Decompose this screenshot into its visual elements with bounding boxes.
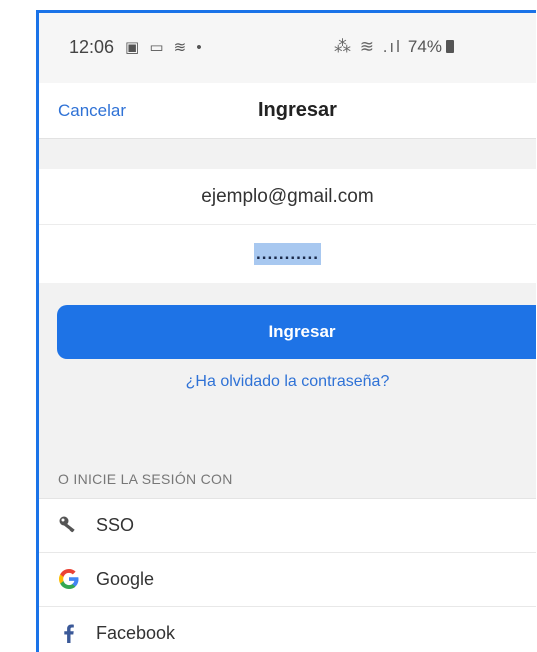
section-spacer (39, 139, 536, 169)
email-value: ejemplo@gmail.com (201, 186, 374, 207)
google-label: Google (96, 569, 155, 589)
nav-bar: Cancelar Ingresar (39, 83, 536, 139)
facebook-label: Facebook (96, 623, 176, 643)
alt-login-heading: O INICIE LA SESIÓN CON (58, 471, 233, 487)
cancel-button[interactable]: Cancelar (58, 101, 126, 121)
google-login-item[interactable]: Google (39, 553, 536, 607)
password-value: ........... (254, 243, 321, 265)
forgot-password-link[interactable]: ¿Ha olvidado la contraseña? (39, 373, 536, 391)
password-field[interactable]: ........... (39, 226, 536, 283)
login-form: ejemplo@gmail.com ........... (39, 169, 536, 283)
page-title: Ingresar (258, 99, 337, 121)
facebook-login-item[interactable]: Facebook (39, 607, 536, 652)
facebook-icon (56, 621, 82, 647)
alt-login-list: SSO Google Facebook (39, 498, 536, 652)
sso-label: SSO (96, 515, 135, 535)
phone-screen: 12:06 ▣ ▭ ≋ • ⁂ ≋ .ıl 74% Cancelar Ingres… (36, 10, 536, 652)
login-button[interactable]: Ingresar (57, 305, 536, 359)
google-icon (56, 567, 82, 593)
email-field[interactable]: ejemplo@gmail.com (39, 169, 536, 225)
status-bar: 12:06 ▣ ▭ ≋ • ⁂ ≋ .ıl 74% (39, 13, 536, 83)
sso-login-item[interactable]: SSO (39, 499, 536, 553)
battery-icon (445, 40, 454, 53)
notification-icons: ▣ ▭ ≋ • (125, 39, 205, 56)
status-right: ⁂ ≋ .ıl 74% (334, 37, 454, 57)
key-icon (56, 513, 82, 539)
signal-icons: ⁂ ≋ .ıl (334, 37, 402, 56)
status-time: 12:06 (69, 37, 115, 57)
battery-percent: 74% (407, 37, 442, 56)
